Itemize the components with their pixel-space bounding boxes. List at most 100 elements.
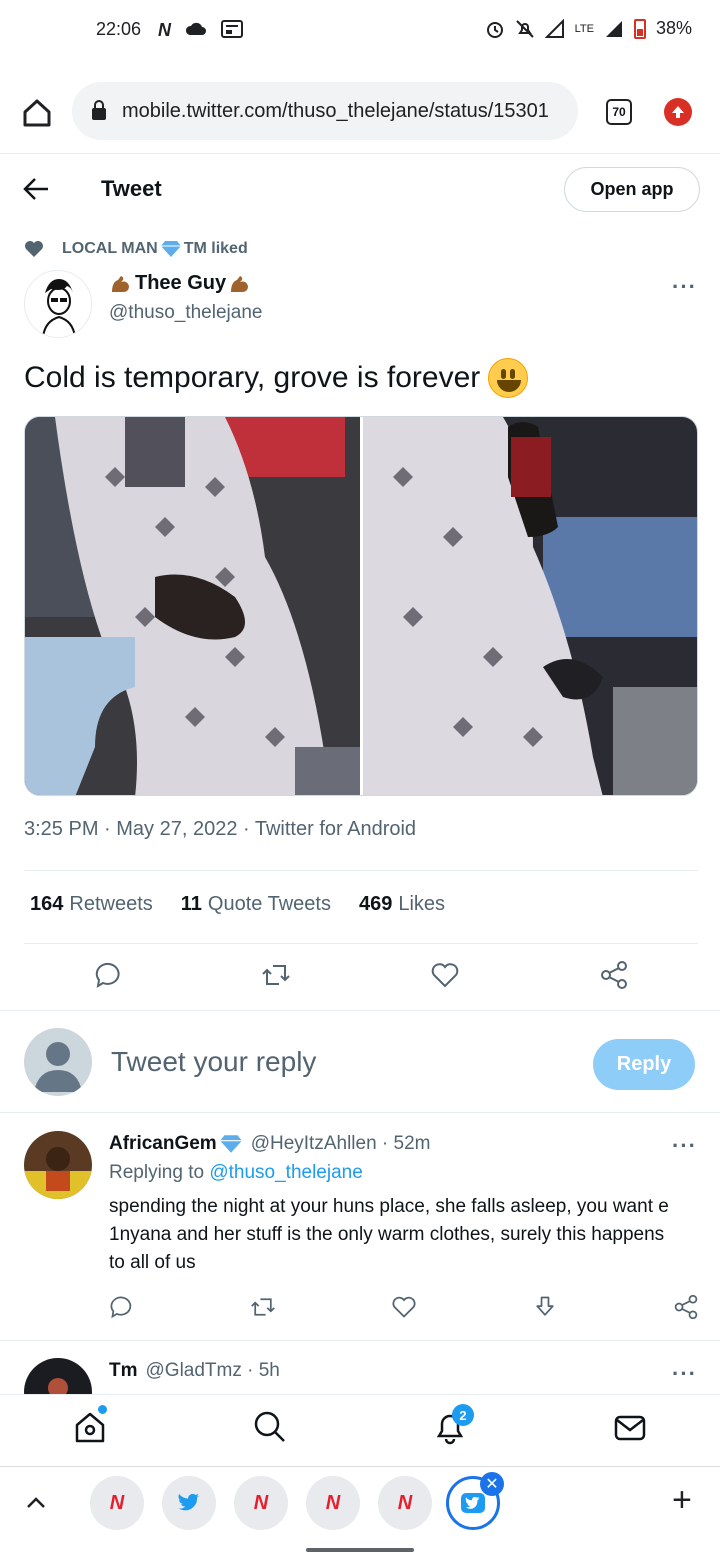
social-context-name: LOCAL MAN [62,240,158,257]
twitter-bird-icon [178,1494,199,1511]
author-handle[interactable]: @thuso_thelejane [109,302,262,324]
tweet-timestamp[interactable]: 3:25 PM · May 27, 2022 · Twitter for And… [24,818,416,841]
reply-text: spending the night at your huns place, s… [109,1196,669,1273]
browser-toolbar: mobile.twitter.com/thuso_thelejane/statu… [0,78,720,148]
reply-header[interactable]: Tm @GladTmz · 5h [109,1360,280,1382]
reply-actions [109,1294,699,1324]
reply-author-name: Tm [109,1360,138,1381]
retweets-stat[interactable]: 164 Retweets [30,893,153,916]
battery-icon [633,18,646,39]
divider [0,1010,720,1011]
status-time: 22:06 [96,19,142,39]
mute-icon [515,19,534,38]
user-avatar [24,1028,92,1096]
replying-to-label: Replying to [109,1162,205,1183]
lock-icon [92,100,106,120]
reply-avatar[interactable] [24,1131,92,1199]
tweet-photo-1[interactable] [25,417,360,795]
network-type: LTE [574,22,594,35]
grinning-face-icon [488,358,529,398]
tweet-stats: 164 Retweets 11 Quote Tweets 469 Likes [30,893,445,916]
heart-icon [25,241,43,257]
reply-icon[interactable] [109,1294,135,1320]
reply-button[interactable]: Reply [593,1039,695,1090]
divider [0,1340,720,1341]
like-icon[interactable] [391,1294,417,1320]
n-notification-icon: N [158,20,171,40]
more-options-icon[interactable]: ··· [672,274,697,300]
open-app-button[interactable]: Open app [564,167,700,212]
divider [0,1112,720,1113]
flexed-biceps-icon [109,274,131,294]
new-tab-button[interactable]: + [672,1481,692,1520]
divider [24,870,698,871]
chevron-up-icon[interactable] [24,1491,48,1515]
home-icon[interactable] [22,98,52,128]
social-context[interactable]: LOCAL MAN TM liked [24,239,248,259]
signal-icon [544,18,564,38]
status-bar: 22:06 N LTE 38% [0,0,720,60]
replying-to-link[interactable]: @thuso_thelejane [209,1162,362,1183]
share-icon[interactable] [673,1294,699,1320]
reply-author-name: AfricanGem [109,1133,217,1154]
tweet-photo-2[interactable] [362,417,697,795]
news-logo-icon: N [109,1491,125,1514]
update-button[interactable] [664,98,692,126]
url-text: mobile.twitter.com/thuso_thelejane/statu… [122,99,549,122]
reply-icon[interactable] [94,960,124,990]
share-icon[interactable] [599,960,629,990]
likes-count: 469 [358,893,393,915]
reply-input[interactable]: Tweet your reply [111,1046,316,1078]
diamond-icon [219,1135,242,1153]
tweet-actions [24,960,698,996]
home-nav-icon[interactable] [72,1409,108,1445]
browser-tab-strip: N N N N + [0,1466,720,1542]
status-right-icons: LTE 38% [485,18,692,39]
social-context-suffix: TM liked [183,240,248,257]
tab-chip-news[interactable]: N [378,1476,432,1530]
tab-chip-news[interactable]: N [234,1476,288,1530]
close-tab-icon[interactable]: ✕ [480,1472,504,1496]
replying-to: Replying to @thuso_thelejane [109,1162,363,1184]
author-name[interactable]: Thee Guy [109,272,250,295]
reply-author-handle: @GladTmz · 5h [145,1360,280,1381]
tweet-text: Cold is temporary, grove is forever [24,358,529,398]
quotes-stat[interactable]: 11 Quote Tweets [181,893,331,916]
page-title: Tweet [101,176,162,201]
retweet-icon[interactable] [261,960,291,990]
gesture-bar [306,1548,414,1552]
battery-percent: 38% [655,18,692,38]
divider [24,943,698,944]
diamond-icon [160,241,181,257]
more-options-icon[interactable]: ··· [672,1361,697,1387]
news-logo-icon: N [397,1491,413,1514]
likes-stat[interactable]: 469 Likes [359,893,445,916]
tab-chip-news[interactable]: N [90,1476,144,1530]
notifications-badge: 2 [452,1404,474,1426]
retweets-label: Retweets [69,893,153,915]
retweet-icon[interactable] [250,1294,276,1320]
author-avatar[interactable] [24,270,92,338]
quotes-label: Quote Tweets [207,893,331,915]
status-left-icons: N [158,20,243,41]
arrow-up-icon [672,106,684,118]
address-bar[interactable]: mobile.twitter.com/thuso_thelejane/statu… [72,82,578,140]
search-nav-icon[interactable] [252,1409,288,1445]
bottom-navigation [0,1394,720,1464]
download-icon[interactable] [532,1294,558,1320]
more-options-icon[interactable]: ··· [672,1133,697,1159]
divider [0,153,720,154]
tab-chip-twitter[interactable] [162,1476,216,1530]
unread-dot [98,1405,107,1414]
reply-header[interactable]: AfricanGem @HeyItzAhllen · 52m [109,1133,431,1155]
like-icon[interactable] [430,960,460,990]
flexed-biceps-icon [228,274,250,294]
tab-switcher-button[interactable]: 70 [606,99,632,125]
reply-author-handle: @HeyItzAhllen · 52m [250,1133,431,1154]
tab-chip-news[interactable]: N [306,1476,360,1530]
quotes-count: 11 [180,893,202,915]
author-avatar-drawing [25,271,91,337]
tweet-text-content: Cold is temporary, grove is forever [24,361,481,394]
messages-nav-icon[interactable] [612,1409,648,1445]
back-arrow-icon[interactable] [22,176,50,202]
